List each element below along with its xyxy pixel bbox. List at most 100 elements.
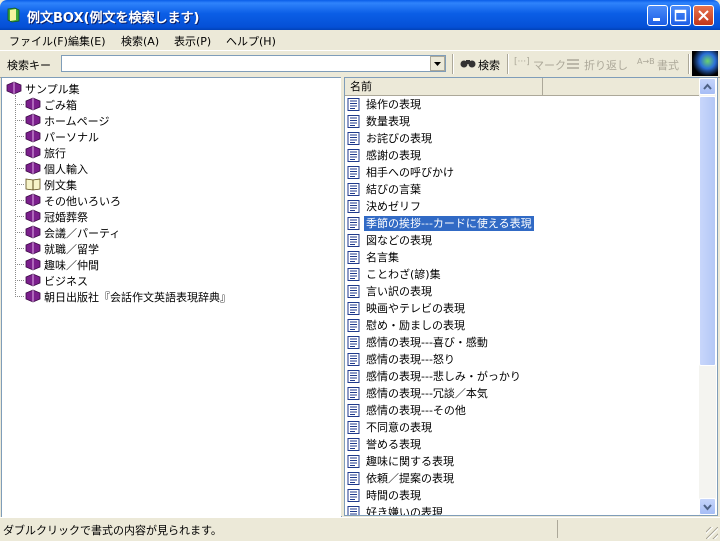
search-label: 検索キー	[7, 59, 51, 72]
document-icon	[347, 200, 360, 213]
wrap-button-label: 折り返し	[584, 59, 628, 72]
document-icon	[347, 472, 360, 485]
list-item-label: 感情の表現---悲しみ・がっかり	[366, 370, 521, 383]
book-icon	[25, 161, 41, 175]
window-title: 例文BOX(例文を検索します)	[27, 11, 200, 26]
menu-help[interactable]: ヘルプ(H)	[226, 33, 276, 49]
list-item-label: 感謝の表現	[366, 149, 421, 162]
scroll-thumb[interactable]	[699, 96, 716, 366]
list-item-label: お詫びの表現	[366, 132, 432, 145]
menu-edit[interactable]: 編集(E)	[68, 33, 106, 49]
toolbar-separator	[688, 54, 690, 74]
scroll-down-button[interactable]	[699, 498, 716, 515]
book-icon	[25, 257, 41, 271]
document-icon	[347, 217, 360, 230]
list-item-label: 感情の表現---怒り	[366, 353, 455, 366]
toolbar-separator	[507, 54, 509, 74]
book-icon	[25, 209, 41, 223]
list-item-label: 慰め・励ましの表現	[366, 319, 465, 332]
tree-item-label: 冠婚葬祭	[44, 211, 88, 224]
book-icon	[25, 241, 41, 255]
document-icon	[347, 489, 360, 502]
list-item-label: 不同意の表現	[366, 421, 432, 434]
menu-view[interactable]: 表示(P)	[174, 33, 211, 49]
book-icon	[25, 225, 41, 239]
document-icon	[347, 353, 360, 366]
list-header: 名前	[345, 78, 701, 96]
book-icon	[6, 81, 22, 95]
search-dropdown-button[interactable]	[430, 56, 445, 71]
list-item-label: 言い訳の表現	[366, 285, 432, 298]
format-button-label: 書式	[657, 59, 679, 72]
mark-button-label: マーク	[533, 59, 566, 72]
menu-file[interactable]: ファイル(F)	[9, 33, 68, 49]
close-icon	[698, 10, 709, 21]
status-panel	[557, 520, 698, 538]
list-item-label: 趣味に関する表現	[366, 455, 454, 468]
list-item-label: 相手への呼びかけ	[366, 166, 454, 179]
document-icon	[347, 455, 360, 468]
column-name-header[interactable]: 名前	[345, 78, 543, 95]
search-input[interactable]	[61, 55, 446, 72]
tree-line	[15, 152, 24, 153]
mark-icon: [···]	[514, 57, 530, 67]
tree-line	[15, 280, 24, 281]
list-item-label: 感情の表現---冗談／本気	[366, 387, 488, 400]
document-icon	[347, 115, 360, 128]
book-icon	[25, 129, 41, 143]
book-icon	[25, 273, 41, 287]
tree-line	[15, 136, 24, 137]
tree-item-label: 例文集	[44, 179, 77, 192]
document-icon	[347, 98, 360, 111]
list-item-label: 時間の表現	[366, 489, 421, 502]
title-bar[interactable]: 例文BOX(例文を検索します)	[0, 0, 720, 30]
tree-line	[15, 104, 24, 105]
tree-line	[15, 200, 24, 201]
document-icon	[347, 370, 360, 383]
list-item-label: 名言集	[366, 251, 399, 264]
list-item-label: 映画やテレビの表現	[366, 302, 465, 315]
list-item-label: 決めゼリフ	[366, 200, 421, 213]
example-list[interactable]: 名前 操作の表現 数量表現 お詫びの表現 感謝の表現 相手への呼びかけ 結びの言葉 決めゼリ…	[344, 77, 718, 516]
tree-line	[15, 168, 24, 169]
close-button[interactable]	[693, 5, 714, 26]
document-icon	[347, 404, 360, 417]
category-tree[interactable]: サンプル集 ごみ箱 ホームページ パーソナル 旅行 個人輸入 例文集 その他いろいろ 冠婚葬祭…	[1, 77, 342, 518]
list-item-label: 依頼／提案の表現	[366, 472, 454, 485]
list-item-label: 図などの表現	[366, 234, 432, 247]
tree-item-label: 会議／パーティ	[44, 227, 121, 240]
document-icon	[347, 285, 360, 298]
maximize-button[interactable]	[670, 5, 691, 26]
tree-item-label: 就職／留学	[44, 243, 99, 256]
tree-item-label: ごみ箱	[44, 99, 77, 112]
wrap-icon	[567, 59, 579, 69]
minimize-button[interactable]	[647, 5, 668, 26]
vertical-scrollbar[interactable]	[699, 78, 716, 515]
menu-bar: ファイル(F) 編集(E) 検索(A) 表示(P) ヘルプ(H)	[0, 30, 720, 49]
document-icon	[347, 149, 360, 162]
book-icon	[25, 145, 41, 159]
status-text: ダブルクリックで書式の内容が見られます。	[3, 524, 222, 537]
scroll-up-button[interactable]	[699, 78, 716, 95]
menu-search[interactable]: 検索(A)	[121, 33, 159, 49]
format-icon: A→B	[637, 57, 655, 66]
document-icon	[347, 302, 360, 315]
tree-item-label: ビジネス	[44, 275, 88, 288]
chevron-down-icon	[703, 504, 712, 511]
resize-grip[interactable]	[706, 527, 718, 539]
minimize-icon	[653, 18, 660, 21]
list-item-label: 季節の挨拶---カードに使える表現	[364, 216, 534, 231]
list-item-label: ことわざ(諺)集	[366, 268, 441, 281]
app-logo	[692, 51, 718, 76]
list-item-label: 結びの言葉	[366, 183, 421, 196]
open-book-icon	[25, 178, 41, 191]
document-icon	[347, 268, 360, 281]
toolbar: 検索キー 検索 [···] マーク 折り返し A→B 書式	[0, 50, 720, 78]
document-icon	[347, 319, 360, 332]
tree-item-label: 趣味／仲間	[44, 259, 99, 272]
tree-item-label: 朝日出版社『会話作文英語表現辞典』	[44, 291, 231, 304]
document-icon	[347, 336, 360, 349]
document-icon	[347, 251, 360, 264]
list-item-label: 操作の表現	[366, 98, 421, 111]
book-icon	[25, 193, 41, 207]
